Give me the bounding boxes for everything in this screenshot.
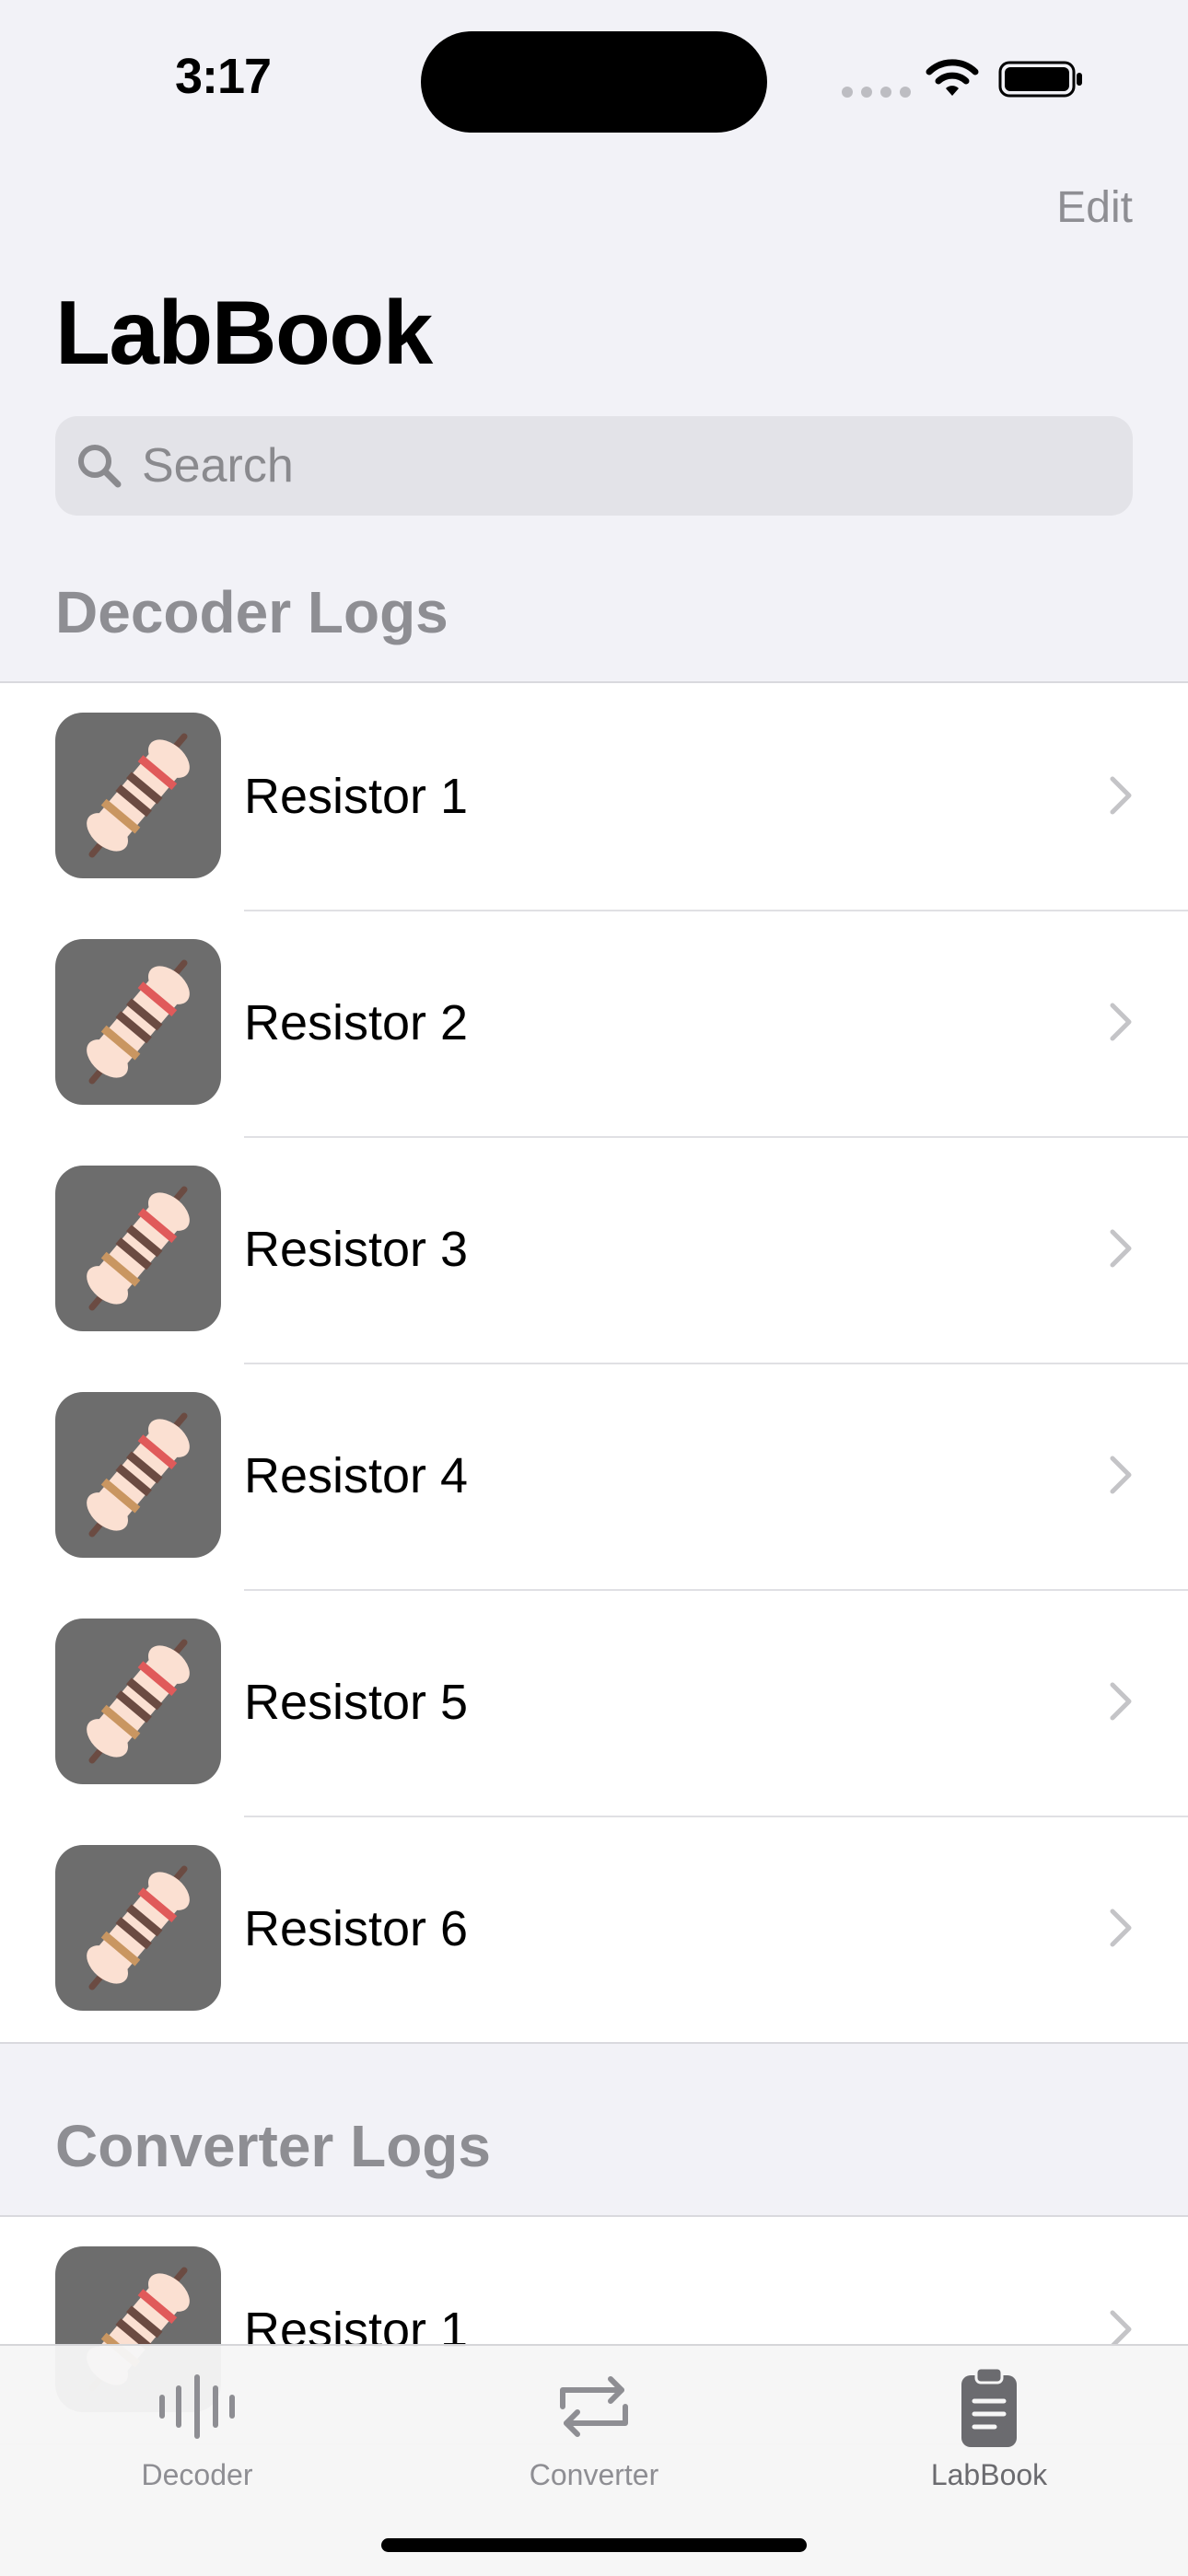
- list-item-label: Resistor 3: [244, 1222, 469, 1277]
- resistor-icon: [55, 939, 221, 1105]
- list-item[interactable]: Resistor 2: [0, 910, 1188, 1136]
- chevron-right-icon: [1109, 1002, 1133, 1042]
- chevron-right-icon: [1109, 1228, 1133, 1269]
- clipboard-icon: [961, 2366, 1017, 2447]
- resistor-icon: [55, 713, 221, 878]
- battery-icon: [998, 61, 1082, 98]
- search-bar[interactable]: [55, 416, 1133, 516]
- list-item[interactable]: Resistor 5: [0, 1589, 1188, 1816]
- waveform-icon: [159, 2374, 235, 2439]
- chevron-right-icon: [1109, 1455, 1133, 1495]
- chevron-right-icon: [1109, 1681, 1133, 1722]
- tab-label: Converter: [529, 2458, 659, 2491]
- search-icon: [78, 445, 122, 488]
- section-header-decoder-logs: Decoder Logs: [55, 579, 448, 645]
- list-item[interactable]: Resistor 3: [0, 1136, 1188, 1363]
- tab-decoder[interactable]: Decoder: [59, 2362, 335, 2492]
- list-item[interactable]: Resistor 4: [0, 1363, 1188, 1589]
- tab-label: Decoder: [141, 2458, 253, 2491]
- tab-label: LabBook: [930, 2458, 1048, 2491]
- section-header-converter-logs: Converter Logs: [55, 2113, 491, 2179]
- resistor-icon: [55, 1392, 221, 1558]
- home-indicator: [381, 2538, 807, 2552]
- convert-arrows-icon: [560, 2376, 628, 2437]
- cellular-signal-icon: [842, 87, 911, 98]
- decoder-logs-list: Resistor 1 Resistor 2 Resistor 3 Resisto…: [0, 681, 1188, 2044]
- chevron-right-icon: [1109, 775, 1133, 816]
- resistor-icon: [55, 1619, 221, 1784]
- page-title: LabBook: [55, 282, 433, 383]
- list-item[interactable]: Resistor 1: [0, 683, 1188, 910]
- list-item-label: Resistor 6: [244, 1901, 469, 1956]
- search-input[interactable]: [142, 416, 1063, 516]
- edit-button[interactable]: Edit: [1056, 182, 1133, 233]
- wifi-icon: [926, 59, 979, 96]
- list-item[interactable]: Resistor 6: [0, 1816, 1188, 2042]
- tab-labbook[interactable]: LabBook: [851, 2362, 1127, 2492]
- list-item-label: Resistor 4: [244, 1448, 469, 1503]
- chevron-right-icon: [1109, 1908, 1133, 1948]
- list-item-label: Resistor 1: [244, 769, 469, 824]
- list-item-label: Resistor 2: [244, 995, 469, 1050]
- resistor-icon: [55, 1166, 221, 1331]
- tab-converter[interactable]: Converter: [456, 2362, 732, 2492]
- status-time: 3:17: [175, 49, 272, 104]
- dynamic-island: [421, 31, 767, 133]
- list-item-label: Resistor 5: [244, 1675, 469, 1730]
- resistor-icon: [55, 1845, 221, 2011]
